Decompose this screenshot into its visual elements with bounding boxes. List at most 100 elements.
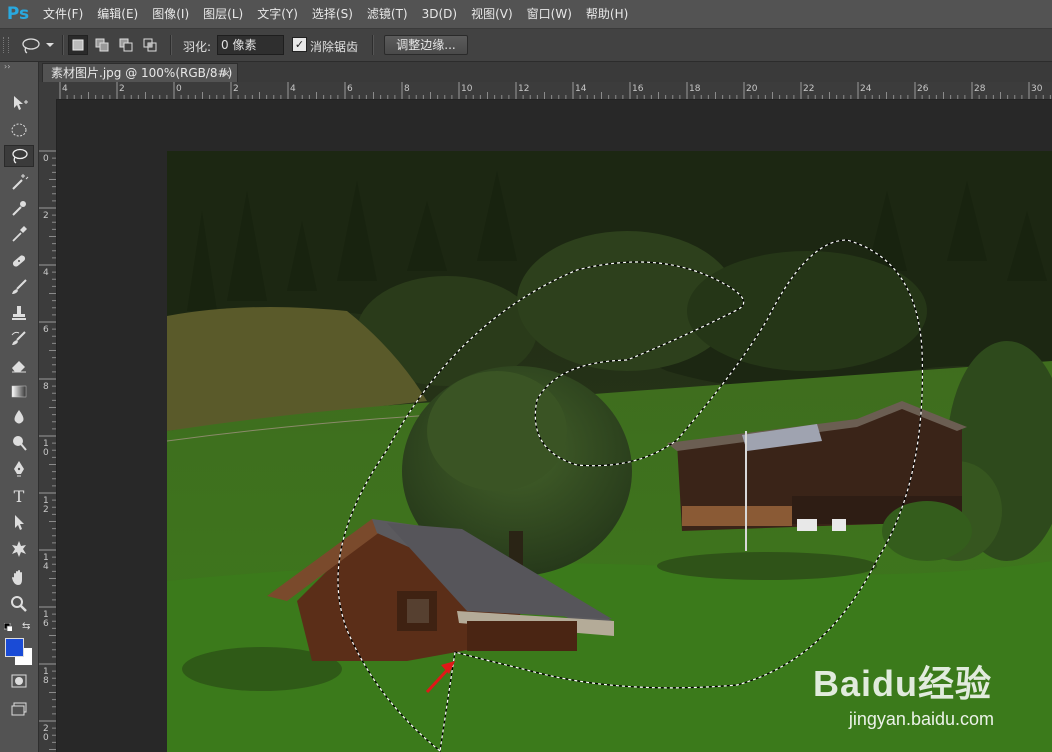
ruler-label: 28 [974,84,986,94]
menu-3d[interactable]: 3D(D) [415,0,464,28]
menu-file[interactable]: 文件(F) [36,0,90,28]
ruler-origin[interactable] [39,82,57,100]
type-icon: T [13,486,25,506]
ruler-label: 26 [917,84,929,94]
separator [372,35,374,55]
menu-select[interactable]: 选择(S) [305,0,360,28]
menu-help[interactable]: 帮助(H) [579,0,635,28]
document-tabs: 素材图片.jpg @ 100%(RGB/8#) × [39,62,1052,82]
swap-colors-icon[interactable]: ⇆ [22,621,30,632]
custom-shape-tool[interactable] [4,538,34,560]
menu-window[interactable]: 窗口(W) [520,0,579,28]
ruler-label: 8 [404,84,410,94]
pen-tool[interactable] [4,458,34,480]
feather-input[interactable]: 0 像素 [217,35,284,55]
brush-icon [12,279,27,294]
ruler-label: 12 [518,84,529,94]
panel-collapse-icon[interactable]: ›› [0,62,38,72]
clone-stamp-tool[interactable] [4,302,34,324]
menu-bar: Ps 文件(F) 编辑(E) 图像(I) 图层(L) 文字(Y) 选择(S) 滤… [0,0,1052,29]
refine-edge-button[interactable]: 调整边缘... [384,35,468,55]
feather-label: 羽化: [183,40,212,54]
magic-wand-tool[interactable] [4,171,34,193]
history-brush-icon [11,331,26,345]
ruler-label: 2 [43,211,49,221]
ruler-label: 14 [575,84,587,94]
gradient-icon [11,385,27,398]
menu-image[interactable]: 图像(I) [145,0,196,28]
ruler-label: 18 [689,84,701,94]
eyedropper-icon [12,226,27,242]
ruler-label: 6 [347,84,353,94]
ruler-label: 2 [119,84,125,94]
move-icon [14,96,28,110]
foreground-color-swatch[interactable] [5,638,24,657]
watermark-url: jingyan.baidu.com [848,709,994,729]
menu-filter[interactable]: 滤镜(T) [360,0,415,28]
zoom-tool[interactable] [4,593,34,615]
healing-brush-tool[interactable] [4,250,34,272]
quick-mask-icon [11,674,27,688]
eraser-icon [12,361,26,373]
menu-edit[interactable]: 编辑(E) [90,0,145,28]
separator [62,35,64,55]
type-tool[interactable]: T [4,485,34,507]
ruler-label: 22 [803,84,814,94]
menu-layer[interactable]: 图层(L) [196,0,250,28]
antialias-checkbox[interactable]: ✓ [292,37,307,52]
move-tool[interactable] [4,92,34,114]
new-selection-button[interactable] [68,35,88,55]
hand-tool[interactable] [4,567,34,589]
ruler-label: 16 [632,84,644,94]
canvas-area[interactable]: Baidu经验 jingyan.baidu.com [57,100,1052,752]
document-title: 素材图片.jpg @ 100%(RGB/8#) [51,66,233,80]
menu-view[interactable]: 视图(V) [464,0,520,28]
vertical-ruler[interactable]: 02468101214161820 [39,99,57,752]
tool-preset-picker[interactable] [18,35,58,55]
document-tab[interactable]: 素材图片.jpg @ 100%(RGB/8#) × [42,63,238,82]
blur-tool[interactable] [4,406,34,428]
screen-mode-button[interactable] [4,698,34,720]
brush-tool[interactable] [4,276,34,298]
dodge-tool[interactable] [4,432,34,454]
ruler-label: 0 [43,154,49,164]
subtract-from-selection-button[interactable] [116,35,136,55]
options-bar-grip[interactable] [3,37,9,53]
ellipse-marquee-icon [11,123,27,137]
menu-type[interactable]: 文字(Y) [250,0,305,28]
ruler-label: 24 [860,84,872,94]
lasso-icon [12,148,28,164]
hand-icon [12,570,22,585]
gradient-tool[interactable] [4,380,34,402]
ruler-label: 4 [43,562,49,572]
magic-wand-icon [12,174,29,190]
horizontal-ruler[interactable]: 4 2 0 2 4 6 8 10 12 14 16 18 20 22 24 26 28 30 [57,82,1052,100]
ruler-label: 4 [43,268,49,278]
ellipse-marquee-tool[interactable] [4,119,34,141]
screen-mode-icon [11,702,27,716]
stamp-icon [12,306,26,320]
close-icon[interactable]: × [222,64,231,83]
baidu-jingyan-logo: Baidu经验 [812,663,992,704]
ruler-label: 20 [746,84,758,94]
quick-selection-tool[interactable] [4,197,34,219]
path-selection-tool[interactable] [4,511,34,533]
lasso-tool[interactable] [4,145,34,167]
quick-mask-button[interactable] [4,670,34,692]
ruler-label: 8 [43,676,49,686]
intersect-selection-button[interactable] [140,35,160,55]
add-to-selection-button[interactable] [92,35,112,55]
dodge-icon [13,436,27,451]
eyedropper-tool[interactable] [4,223,34,245]
eyedropper-icon [12,201,26,216]
ruler-label: 6 [43,325,49,335]
pen-icon [14,461,24,477]
history-brush-tool[interactable] [4,328,34,350]
ruler-label: 10 [461,84,473,94]
ruler-label: 4 [62,84,68,94]
ruler-label: 2 [43,505,49,515]
eraser-tool[interactable] [4,354,34,376]
default-colors-icon[interactable] [4,623,12,631]
ruler-label: 30 [1031,84,1043,94]
antialias-label: 消除锯齿 [310,40,359,54]
